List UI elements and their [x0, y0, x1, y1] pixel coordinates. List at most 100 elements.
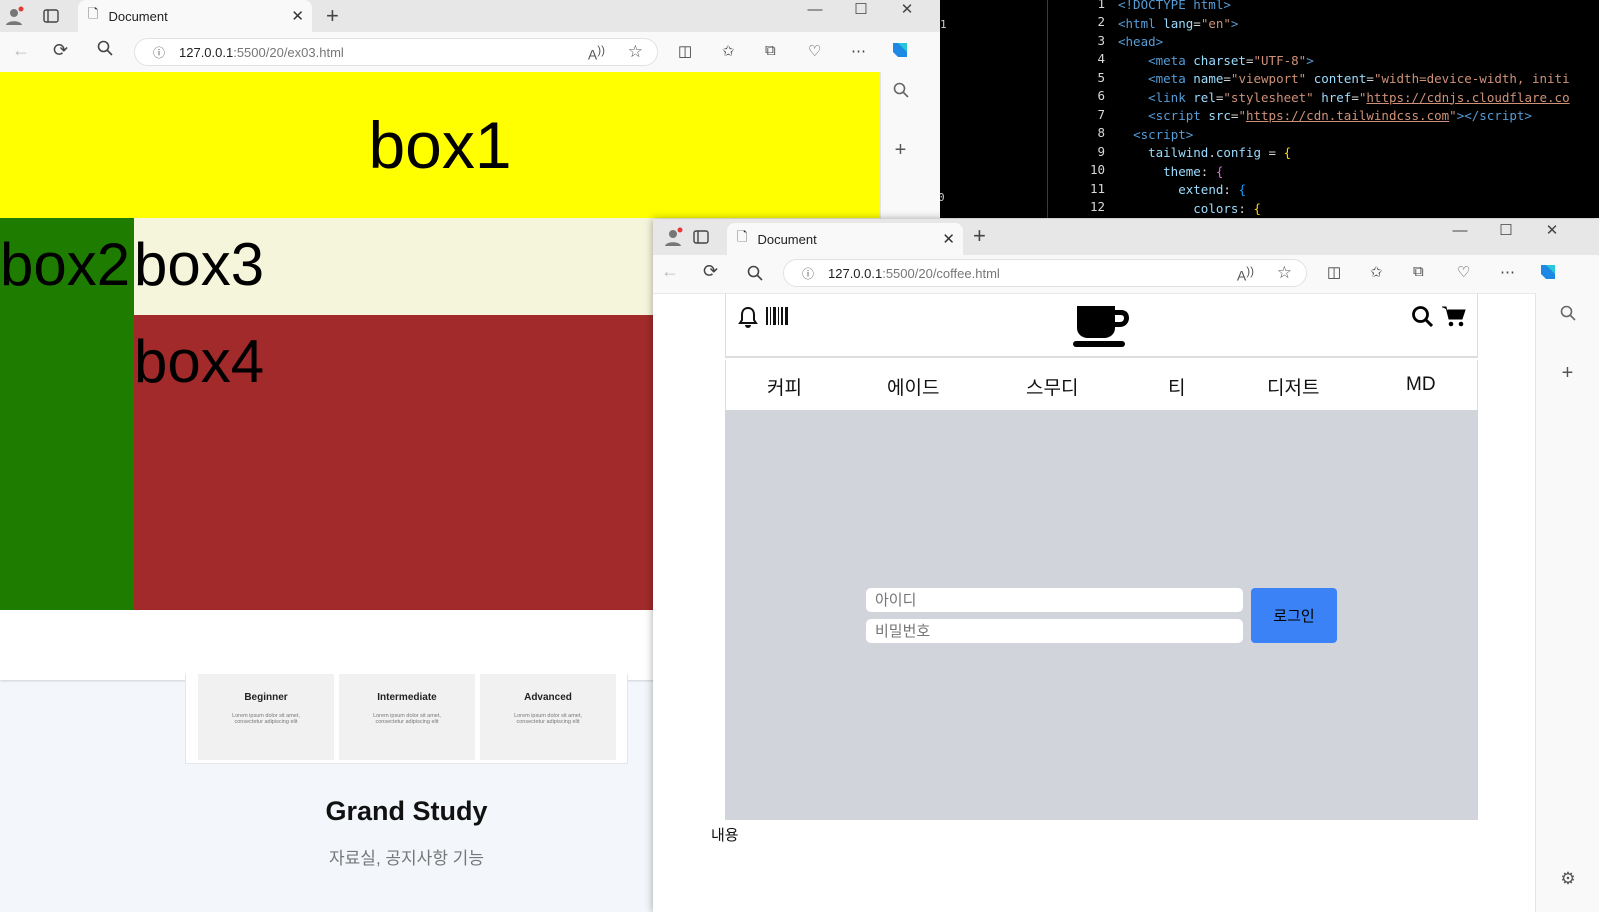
- level-text: consectetur adipiscing elit: [375, 719, 439, 725]
- settings-icon[interactable]: ⚙: [1536, 869, 1599, 889]
- front-url-host: 127.0.0.1: [828, 265, 883, 281]
- search-icon[interactable]: [1536, 305, 1599, 326]
- line-number: 11: [1089, 181, 1105, 196]
- info-icon[interactable]: ⓘ: [145, 44, 173, 61]
- nav-tea[interactable]: 티: [1168, 373, 1185, 400]
- health-icon[interactable]: ♡: [1457, 263, 1470, 281]
- level-card-advanced[interactable]: Advanced Lorem ipsum dolor sit amet, con…: [480, 674, 616, 760]
- line-number: 6: [1097, 88, 1105, 103]
- doc-icon: 🗋: [737, 229, 748, 244]
- split-icon[interactable]: ◫: [678, 42, 692, 60]
- front-edge-sidebar: + ⚙: [1535, 293, 1599, 912]
- line-number: 3: [1097, 33, 1105, 48]
- close-icon[interactable]: ✕: [291, 7, 304, 25]
- barcode-icon[interactable]: [766, 307, 788, 330]
- plus-icon[interactable]: +: [861, 139, 940, 162]
- nav-smoothie[interactable]: 스무디: [1026, 373, 1078, 400]
- code-text[interactable]: <!DOCTYPE html> <html lang="en"> <head> …: [1118, 0, 1570, 218]
- refresh-icon[interactable]: ⟳: [703, 261, 718, 282]
- search-icon[interactable]: [861, 82, 940, 103]
- line-number: 4: [1097, 51, 1105, 66]
- content-label: 내용: [711, 827, 739, 844]
- back-url-path: :5500/20/ex03.html: [233, 44, 344, 60]
- info-icon[interactable]: ⓘ: [794, 265, 822, 282]
- favorites-icon[interactable]: ✩: [722, 42, 735, 60]
- refresh-icon[interactable]: ⟳: [53, 40, 68, 61]
- profile-icon[interactable]: [663, 227, 683, 252]
- coffee-cup-icon[interactable]: [1071, 304, 1133, 353]
- level-title: Advanced: [524, 692, 572, 703]
- more-icon[interactable]: ⋯: [1500, 263, 1515, 281]
- study-card-panel: Beginner Lorem ipsum dolor sit amet, con…: [185, 674, 628, 764]
- study-title: Grand Study: [325, 796, 488, 826]
- plus-icon[interactable]: +: [973, 223, 986, 249]
- line-number: 10: [1089, 162, 1105, 177]
- line-number: 8: [1097, 125, 1105, 140]
- more-icon[interactable]: ⋯: [851, 42, 866, 60]
- collections-icon[interactable]: ⧉: [1413, 263, 1424, 280]
- level-title: Intermediate: [377, 692, 437, 703]
- level-text: consectetur adipiscing elit: [516, 719, 580, 725]
- collections-icon[interactable]: ⧉: [765, 42, 776, 59]
- password-input[interactable]: [866, 619, 1243, 643]
- read-aloud-icon[interactable]: A)): [588, 44, 605, 63]
- plus-icon[interactable]: +: [1536, 362, 1599, 385]
- close-icon[interactable]: ✕: [884, 0, 930, 32]
- back-tab-strip: 🗋 Document ✕ + — ☐ ✕: [0, 0, 940, 32]
- star-icon[interactable]: ☆: [1277, 263, 1292, 283]
- login-hero: 로그인: [725, 410, 1478, 820]
- line-number: 5: [1097, 70, 1105, 85]
- level-title: Beginner: [244, 692, 288, 703]
- copilot-icon[interactable]: [1537, 261, 1559, 287]
- nav-coffee[interactable]: 커피: [767, 373, 802, 400]
- tabs-icon[interactable]: [36, 0, 66, 32]
- back-icon[interactable]: ←: [12, 40, 30, 61]
- line-number: 9: [1097, 144, 1105, 159]
- minimize-icon[interactable]: —: [792, 0, 838, 32]
- category-nav: 커피 에이드 스무디 티 디저트 MD: [725, 360, 1478, 410]
- read-aloud-icon[interactable]: A)): [1237, 265, 1254, 284]
- maximize-icon[interactable]: ☐: [1483, 221, 1529, 253]
- back-tab-document[interactable]: 🗋 Document ✕: [78, 0, 312, 32]
- code-editor: 1 0 1 2 3 4 5 6 7 8 9 10 11 12 <!DOCTYPE…: [940, 0, 1599, 218]
- favorites-icon[interactable]: ✩: [1370, 263, 1383, 281]
- split-icon[interactable]: ◫: [1327, 263, 1341, 281]
- front-address-bar[interactable]: ⓘ 127.0.0.1:5500/20/coffee.html A)) ☆: [783, 259, 1307, 287]
- back-url-host: 127.0.0.1: [179, 44, 234, 60]
- site-header: [725, 294, 1478, 358]
- bell-icon[interactable]: [738, 306, 758, 333]
- login-button[interactable]: 로그인: [1251, 588, 1337, 643]
- level-card-beginner[interactable]: Beginner Lorem ipsum dolor sit amet, con…: [198, 674, 334, 760]
- line-number: 7: [1097, 107, 1105, 122]
- search-icon[interactable]: [1412, 306, 1434, 332]
- back-window-controls: — ☐ ✕: [792, 0, 930, 32]
- search-icon[interactable]: [747, 265, 763, 285]
- copilot-icon[interactable]: [889, 39, 911, 65]
- id-input[interactable]: [866, 588, 1243, 612]
- nav-md[interactable]: MD: [1406, 374, 1436, 396]
- front-browser-window: 🗋 Document ✕ + — ☐ ✕ ← ⟳ ⓘ 127.0.0.1:550…: [653, 219, 1599, 912]
- health-icon[interactable]: ♡: [808, 42, 821, 60]
- search-icon[interactable]: [97, 40, 113, 60]
- level-card-intermediate[interactable]: Intermediate Lorem ipsum dolor sit amet,…: [339, 674, 475, 760]
- plus-icon[interactable]: +: [326, 3, 339, 29]
- minimize-icon[interactable]: —: [1437, 221, 1483, 253]
- profile-icon[interactable]: [0, 0, 28, 32]
- cart-icon[interactable]: [1442, 306, 1466, 332]
- nav-dessert[interactable]: 디저트: [1267, 373, 1319, 400]
- line-number: 12: [1089, 199, 1105, 214]
- back-icon[interactable]: ←: [661, 261, 679, 282]
- doc-icon: 🗋: [88, 6, 99, 21]
- front-tab-document[interactable]: 🗋 Document ✕: [727, 223, 963, 255]
- study-subtitle: 자료실, 공지사항 기능: [329, 849, 484, 868]
- close-icon[interactable]: ✕: [942, 230, 955, 248]
- coffee-page: 커피 에이드 스무디 티 디저트 MD 로그인 내용: [653, 293, 1535, 912]
- front-tab-title: Document: [757, 231, 817, 247]
- back-address-bar[interactable]: ⓘ 127.0.0.1:5500/20/ex03.html A)) ☆: [134, 38, 658, 66]
- star-icon[interactable]: ☆: [628, 42, 643, 62]
- close-icon[interactable]: ✕: [1529, 221, 1575, 253]
- nav-ade[interactable]: 에이드: [887, 373, 939, 400]
- maximize-icon[interactable]: ☐: [838, 0, 884, 32]
- tabs-icon[interactable]: [693, 229, 709, 250]
- back-toolbar: ← ⟳ ⓘ 127.0.0.1:5500/20/ex03.html A)) ☆ …: [0, 32, 940, 72]
